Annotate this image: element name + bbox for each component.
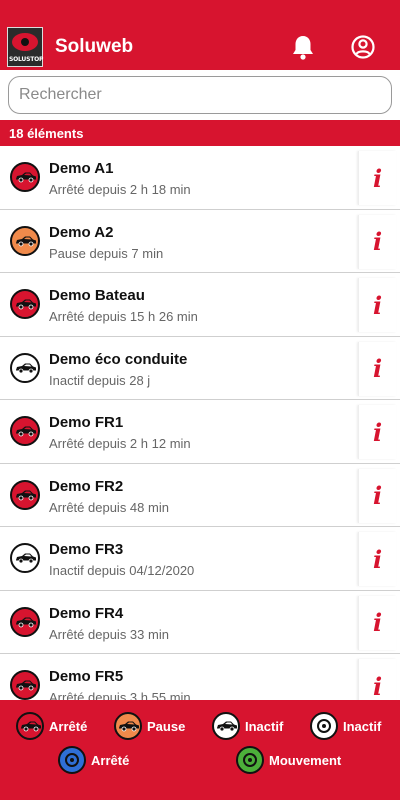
- car-icon: [16, 363, 36, 373]
- vehicle-status-text: Pause depuis 7 min: [49, 245, 164, 261]
- app-title: Soluweb: [55, 36, 134, 57]
- car-icon: [16, 236, 36, 246]
- info-icon: i: [372, 544, 383, 574]
- legend-item: Arrêté: [58, 746, 129, 774]
- list-item[interactable]: Demo Bateau Arrêté depuis 15 h 26 min i: [0, 273, 400, 337]
- info-icon: i: [372, 671, 383, 701]
- car-icon: [217, 721, 237, 732]
- info-button[interactable]: i: [358, 405, 396, 459]
- vehicle-name: Demo FR1: [49, 414, 124, 431]
- info-button[interactable]: i: [358, 214, 396, 269]
- vehicle-status-icon: [10, 479, 40, 510]
- legend-ring-icon: [236, 746, 264, 774]
- legend-label: Inactif: [245, 718, 284, 734]
- legend-ring-icon: [58, 746, 86, 774]
- vehicle-status-icon: [10, 225, 40, 256]
- bell-icon[interactable]: [290, 33, 316, 61]
- legend-label: Arrêté: [91, 752, 130, 768]
- list-item[interactable]: Demo A1 Arrêté depuis 2 h 18 min i: [0, 146, 400, 210]
- status-legend: Arrêté Pause Inactif Inactif Arrêté Mouvement: [0, 700, 400, 800]
- info-icon: i: [372, 481, 383, 510]
- car-icon: [16, 553, 36, 564]
- car-icon: [16, 490, 36, 500]
- vehicle-name: Demo FR2: [49, 477, 124, 495]
- vehicle-status-text: Arrêté depuis 2 h 12 min: [49, 436, 191, 451]
- vehicle-name: Demo éco conduite: [49, 350, 188, 368]
- target-icon: [65, 753, 79, 767]
- list-item[interactable]: Demo FR4 Arrêté depuis 33 min i: [0, 590, 400, 654]
- legend-label: Pause: [147, 718, 186, 734]
- car-icon: [16, 680, 36, 691]
- car-icon: [21, 721, 41, 732]
- user-account-icon[interactable]: [350, 34, 376, 60]
- legend-item: Mouvement: [236, 746, 341, 774]
- app-header: SOLUSTOP Soluweb: [0, 0, 400, 70]
- list-item[interactable]: Demo éco conduite Inactif depuis 28 j i: [0, 336, 400, 400]
- vehicle-name: Demo A2: [49, 223, 114, 241]
- car-icon: [16, 172, 36, 183]
- logo-text: SOLUSTOP: [9, 56, 44, 63]
- vehicle-name: Demo FR5: [49, 668, 124, 685]
- legend-item: Inactif: [310, 712, 381, 740]
- search-input[interactable]: [8, 76, 392, 114]
- info-button[interactable]: i: [358, 278, 396, 332]
- vehicle-status-icon: [10, 289, 40, 319]
- target-icon: [243, 753, 257, 767]
- vehicle-status-icon: [10, 162, 40, 192]
- vehicle-status-icon: [10, 670, 40, 700]
- list-item[interactable]: Demo FR3 Inactif depuis 04/12/2020 i: [0, 527, 400, 591]
- vehicle-status-text: Arrêté depuis 3 h 55 min: [49, 690, 191, 700]
- legend-ring-icon: [310, 712, 338, 740]
- item-count: 18 éléments: [0, 120, 400, 146]
- info-button[interactable]: i: [358, 151, 396, 205]
- info-button[interactable]: i: [358, 532, 396, 586]
- legend-car-icon: [16, 712, 44, 740]
- info-icon: i: [372, 608, 383, 637]
- vehicle-status-icon: [10, 416, 40, 446]
- legend-car-icon: [212, 712, 240, 740]
- info-icon: i: [372, 227, 383, 256]
- vehicle-status-text: Inactif depuis 28 j: [49, 372, 151, 388]
- legend-car-icon: [114, 712, 142, 740]
- info-icon: i: [372, 290, 383, 320]
- legend-label: Arrêté: [49, 718, 88, 734]
- list-item[interactable]: Demo FR1 Arrêté depuis 2 h 12 min i: [0, 400, 400, 464]
- vehicle-status-text: Arrêté depuis 48 min: [49, 499, 169, 515]
- list-item[interactable]: Demo FR5 Arrêté depuis 3 h 55 min i: [0, 654, 400, 700]
- car-icon: [16, 299, 36, 310]
- info-icon: i: [372, 354, 383, 383]
- legend-label: Inactif: [343, 718, 382, 734]
- vehicle-status-icon: [10, 352, 40, 383]
- car-icon: [16, 617, 36, 627]
- eye-icon: [12, 33, 38, 51]
- vehicle-status-text: Inactif depuis 04/12/2020: [49, 563, 195, 578]
- car-icon: [16, 426, 36, 437]
- info-icon: i: [372, 417, 383, 447]
- legend-item: Pause: [114, 712, 185, 740]
- vehicle-status-icon: [10, 606, 40, 637]
- vehicle-name: Demo Bateau: [49, 287, 145, 304]
- legend-item: Inactif: [212, 712, 283, 740]
- vehicle-name: Demo A1: [49, 160, 114, 177]
- vehicle-name: Demo FR4: [49, 604, 124, 622]
- info-button[interactable]: i: [358, 468, 396, 523]
- vehicle-name: Demo FR3: [49, 541, 124, 558]
- target-icon: [317, 719, 331, 733]
- vehicle-list[interactable]: Demo A1 Arrêté depuis 2 h 18 min i Demo A2 P…: [0, 146, 400, 700]
- solustop-logo: SOLUSTOP: [7, 27, 43, 67]
- legend-label: Mouvement: [269, 752, 342, 768]
- info-button[interactable]: i: [358, 659, 396, 700]
- info-icon: i: [372, 163, 383, 193]
- info-button[interactable]: i: [358, 595, 396, 650]
- vehicle-status-text: Arrêté depuis 15 h 26 min: [49, 309, 198, 324]
- legend-item: Arrêté: [16, 712, 87, 740]
- vehicle-status-text: Arrêté depuis 33 min: [49, 626, 169, 642]
- vehicle-status-icon: [10, 543, 40, 573]
- search-bar: [0, 70, 400, 120]
- list-item[interactable]: Demo FR2 Arrêté depuis 48 min i: [0, 463, 400, 527]
- vehicle-status-text: Arrêté depuis 2 h 18 min: [49, 182, 191, 197]
- info-button[interactable]: i: [358, 341, 396, 396]
- list-item[interactable]: Demo A2 Pause depuis 7 min i: [0, 209, 400, 273]
- car-icon: [119, 721, 139, 732]
